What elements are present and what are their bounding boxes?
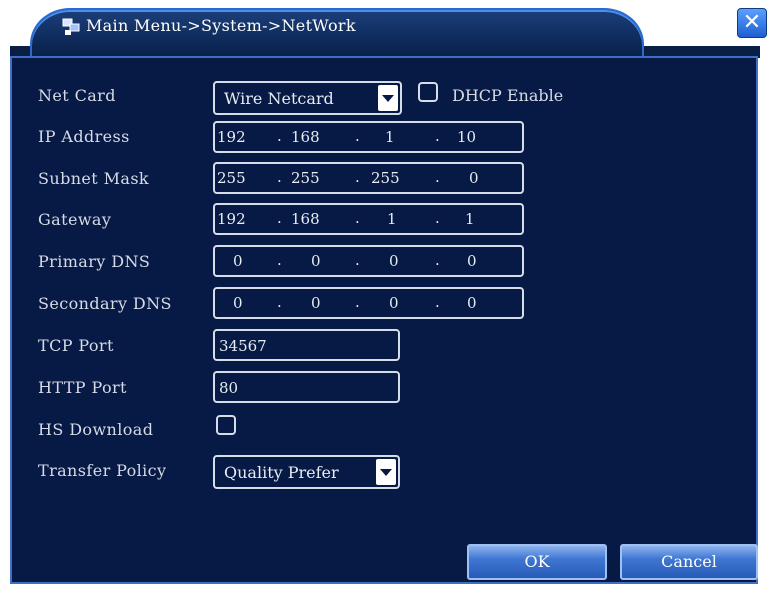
hs-download-label: HS Download — [38, 420, 154, 439]
subnet-mask-field[interactable]: 255 . 255 . 255 . 0 — [213, 162, 524, 194]
secondary-dns-octet-4[interactable]: 0 — [467, 294, 477, 312]
dhcp-enable-label: DHCP Enable — [452, 86, 564, 105]
ip-dot: . — [277, 168, 282, 186]
window-title: Main Menu->System->NetWork — [86, 16, 356, 35]
subnet-octet-1[interactable]: 255 — [217, 169, 246, 187]
subnet-octet-3[interactable]: 255 — [371, 169, 400, 187]
ip-dot: . — [435, 127, 440, 145]
gateway-label: Gateway — [38, 210, 112, 229]
close-button[interactable]: ✕ — [737, 8, 767, 38]
secondary-dns-octet-2[interactable]: 0 — [311, 294, 321, 312]
transfer-policy-label: Transfer Policy — [38, 461, 167, 480]
ip-address-label: IP Address — [38, 127, 130, 146]
ip-dot: . — [435, 209, 440, 227]
ip-dot: . — [355, 168, 360, 186]
primary-dns-field[interactable]: 0 . 0 . 0 . 0 — [213, 245, 524, 277]
primary-dns-octet-1[interactable]: 0 — [233, 252, 243, 270]
ip-dot: . — [277, 127, 282, 145]
http-port-label: HTTP Port — [38, 378, 127, 397]
net-card-value: Wire Netcard — [224, 89, 334, 108]
ip-dot: . — [355, 209, 360, 227]
tcp-port-value: 34567 — [219, 337, 267, 355]
cancel-button[interactable]: Cancel — [620, 544, 758, 580]
gateway-octet-1[interactable]: 192 — [217, 210, 246, 228]
secondary-dns-field[interactable]: 0 . 0 . 0 . 0 — [213, 287, 524, 319]
tcp-port-input[interactable]: 34567 — [213, 329, 400, 361]
ip-dot: . — [355, 127, 360, 145]
net-card-label: Net Card — [38, 86, 116, 105]
http-port-value: 80 — [219, 379, 239, 397]
ip-dot: . — [355, 251, 360, 269]
transfer-policy-select[interactable]: Quality Prefer — [213, 455, 400, 489]
ip-dot: . — [277, 293, 282, 311]
secondary-dns-octet-1[interactable]: 0 — [233, 294, 243, 312]
tcp-port-label: TCP Port — [38, 336, 114, 355]
gateway-octet-3[interactable]: 1 — [387, 210, 397, 228]
primary-dns-octet-3[interactable]: 0 — [389, 252, 399, 270]
ip-dot: . — [277, 209, 282, 227]
ip-octet-1[interactable]: 192 — [217, 128, 246, 146]
secondary-dns-label: Secondary DNS — [38, 294, 172, 313]
gateway-octet-2[interactable]: 168 — [291, 210, 320, 228]
gateway-field[interactable]: 192 . 168 . 1 . 1 — [213, 203, 524, 235]
ip-dot: . — [355, 293, 360, 311]
ok-button[interactable]: OK — [467, 544, 607, 580]
chevron-down-icon — [378, 85, 398, 111]
primary-dns-label: Primary DNS — [38, 252, 151, 271]
ip-address-field[interactable]: 192 . 168 . 1 . 10 — [213, 121, 524, 153]
subnet-mask-label: Subnet Mask — [38, 169, 150, 188]
ip-dot: . — [435, 293, 440, 311]
secondary-dns-octet-3[interactable]: 0 — [389, 294, 399, 312]
hs-download-checkbox[interactable] — [216, 415, 236, 435]
ip-octet-2[interactable]: 168 — [291, 128, 320, 146]
ip-dot: . — [435, 251, 440, 269]
ip-dot: . — [277, 251, 282, 269]
subnet-octet-4[interactable]: 0 — [469, 169, 479, 187]
network-icon — [62, 18, 80, 35]
subnet-octet-2[interactable]: 255 — [291, 169, 320, 187]
transfer-policy-value: Quality Prefer — [224, 463, 339, 482]
chevron-down-icon — [376, 459, 396, 485]
dhcp-enable-checkbox[interactable] — [418, 82, 438, 102]
net-card-select[interactable]: Wire Netcard — [213, 81, 402, 115]
gateway-octet-4[interactable]: 1 — [465, 210, 475, 228]
primary-dns-octet-2[interactable]: 0 — [311, 252, 321, 270]
primary-dns-octet-4[interactable]: 0 — [467, 252, 477, 270]
network-settings-window: Main Menu->System->NetWork ✕ Net Card Wi… — [0, 0, 767, 591]
ip-dot: . — [435, 168, 440, 186]
close-icon: ✕ — [742, 10, 762, 35]
http-port-input[interactable]: 80 — [213, 371, 400, 403]
ip-octet-4[interactable]: 10 — [457, 128, 476, 146]
ip-octet-3[interactable]: 1 — [385, 128, 395, 146]
